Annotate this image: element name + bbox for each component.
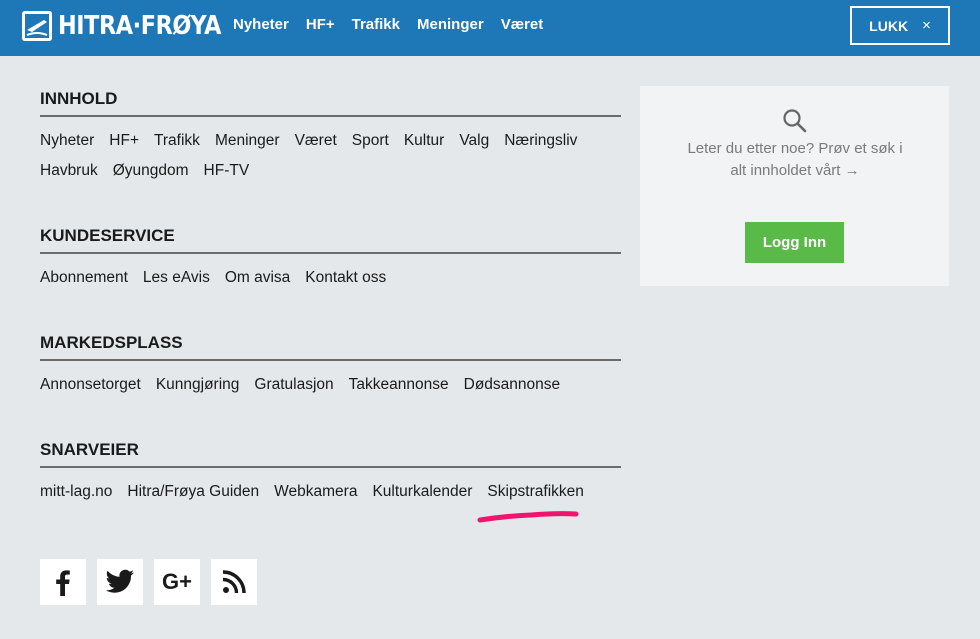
link-hf-plus[interactable]: HF+ [109,126,139,156]
google-plus-glyph: G+ [162,569,192,594]
section-divider [40,115,621,117]
section-title: SNARVEIER [40,440,139,459]
link-webkamera[interactable]: Webkamera [274,477,357,507]
link-hf-tv[interactable]: HF-TV [204,156,250,186]
top-bar: HITRA·FRØYA Nyheter HF+ Trafikk Meninger… [0,0,980,56]
social-links: G+ [40,559,268,605]
link-les-eavis[interactable]: Les eAvis [143,263,210,293]
link-kultur[interactable]: Kultur [404,126,445,156]
section-title: MARKEDSPLASS [40,333,183,352]
link-vaeret[interactable]: Været [295,126,337,156]
top-nav: Nyheter HF+ Trafikk Meninger Været [233,16,560,33]
link-skipstrafikken[interactable]: Skipstrafikken [487,477,583,507]
section-links: Nyheter HF+ Trafikk Meninger Været Sport… [40,126,600,186]
top-nav-item-hf-plus[interactable]: HF+ [306,16,335,33]
link-meninger[interactable]: Meninger [215,126,280,156]
link-naeringsliv[interactable]: Næringsliv [504,126,577,156]
logo-text: HITRA·FRØYA [58,11,222,41]
rss-icon[interactable] [211,559,257,605]
search-prompt[interactable]: Leter du etter noe? Prøv et søk i alt in… [680,138,910,182]
link-nyheter[interactable]: Nyheter [40,126,94,156]
section-title: KUNDESERVICE [40,226,175,245]
link-takkeannonse[interactable]: Takkeannonse [349,370,449,400]
top-nav-item-nyheter[interactable]: Nyheter [233,16,289,33]
link-dodsannonse[interactable]: Dødsannonse [464,370,561,400]
section-snarveier: SNARVEIER mitt-lag.no Hitra/Frøya Guiden… [40,440,621,507]
link-abonnement[interactable]: Abonnement [40,263,128,293]
link-trafikk[interactable]: Trafikk [154,126,200,156]
section-kundeservice: KUNDESERVICE Abonnement Les eAvis Om avi… [40,226,621,293]
link-kontakt-oss[interactable]: Kontakt oss [305,263,386,293]
section-divider [40,252,621,254]
link-sport[interactable]: Sport [352,126,389,156]
section-links: mitt-lag.no Hitra/Frøya Guiden Webkamera… [40,477,621,507]
top-nav-item-trafikk[interactable]: Trafikk [352,16,400,33]
section-links: Annonsetorget Kunngjøring Gratulasjon Ta… [40,370,621,400]
link-gratulasjon[interactable]: Gratulasjon [254,370,333,400]
link-valg[interactable]: Valg [459,126,489,156]
close-icon: × [922,17,931,34]
section-markedsplass: MARKEDSPLASS Annonsetorget Kunngjøring G… [40,333,621,400]
link-havbruk[interactable]: Havbruk [40,156,98,186]
search-icon[interactable] [782,108,808,134]
section-divider [40,359,621,361]
highlight-underline [477,511,579,523]
link-om-avisa[interactable]: Om avisa [225,263,290,293]
link-kulturkalender[interactable]: Kulturkalender [372,477,472,507]
top-nav-item-meninger[interactable]: Meninger [417,16,484,33]
search-login-panel: Leter du etter noe? Prøv et søk i alt in… [640,86,949,286]
logo-emblem-icon [22,11,52,41]
link-annonsetorget[interactable]: Annonsetorget [40,370,141,400]
link-oyungdom[interactable]: Øyungdom [113,156,189,186]
login-button[interactable]: Logg Inn [745,222,844,263]
top-nav-item-vaeret[interactable]: Været [501,16,544,33]
section-divider [40,466,621,468]
link-hitra-froya-guiden[interactable]: Hitra/Frøya Guiden [127,477,259,507]
twitter-icon[interactable] [97,559,143,605]
section-title: INNHOLD [40,89,118,108]
google-plus-icon[interactable]: G+ [154,559,200,605]
close-menu-label: LUKK [869,17,909,34]
section-links: Abonnement Les eAvis Om avisa Kontakt os… [40,263,621,293]
link-mitt-lag[interactable]: mitt-lag.no [40,477,112,507]
link-kunngjoring[interactable]: Kunngjøring [156,370,240,400]
site-logo[interactable]: HITRA·FRØYA [22,10,248,42]
section-innhold: INNHOLD Nyheter HF+ Trafikk Meninger Vær… [40,89,621,186]
facebook-icon[interactable] [40,559,86,605]
close-menu-button[interactable]: LUKK × [850,6,950,45]
